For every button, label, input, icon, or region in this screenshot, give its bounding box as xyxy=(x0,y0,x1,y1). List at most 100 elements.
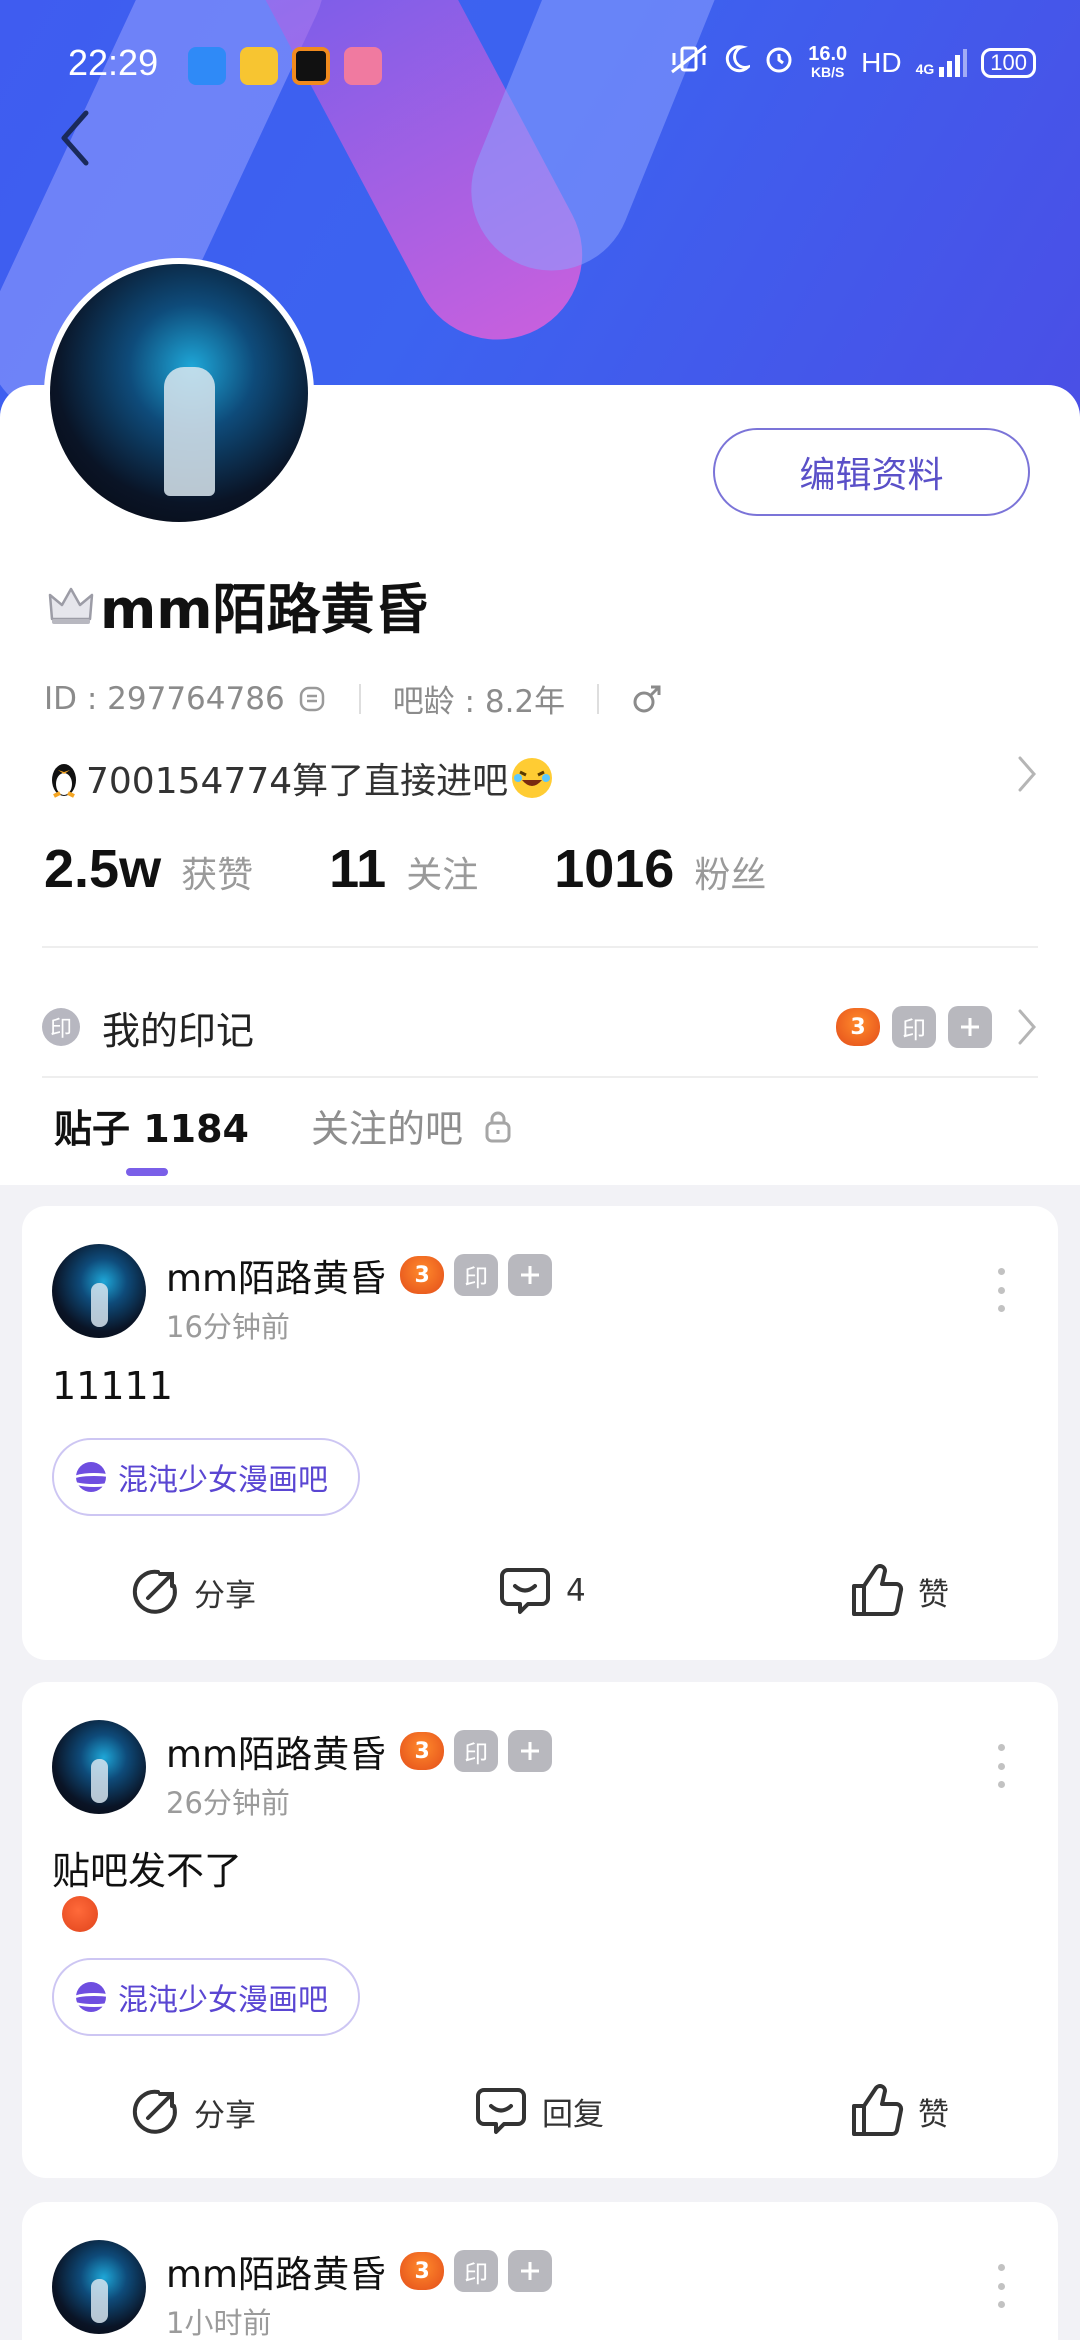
divider xyxy=(42,1076,1038,1078)
gamepad-level-badge: 3 xyxy=(400,1256,445,1294)
plus-badge-icon xyxy=(508,2250,553,2292)
divider xyxy=(42,946,1038,948)
likes-label: 获赞 xyxy=(181,855,254,896)
fans-label[interactable]: 粉丝 xyxy=(694,846,766,898)
post-card[interactable]: mm陌路黄昏 3 印 26分钟前 贴吧发不了 混沌少女漫画吧 分享 回复 赞 xyxy=(22,1682,1058,2178)
bio-text: 700154774算了直接进吧 xyxy=(86,761,509,802)
battery-indicator: 100 xyxy=(981,47,1036,78)
seal-badge: 印 xyxy=(454,2250,499,2292)
tab-followed-bars[interactable]: 关注的吧 xyxy=(311,1098,513,1153)
bio-row[interactable]: 700154774算了直接进吧 xyxy=(48,752,1038,804)
post-author-name[interactable]: mm陌路黄昏 xyxy=(166,2244,386,2298)
post-card[interactable]: mm陌路黄昏 3 印 1小时前 xyxy=(22,2202,1058,2340)
post-author-avatar[interactable] xyxy=(52,2240,146,2334)
chevron-right-icon xyxy=(1016,754,1038,803)
my-marks-label: 我的印记 xyxy=(102,1008,255,1053)
post-bar-tag[interactable]: 混沌少女漫画吧 xyxy=(52,1438,360,1516)
meta-divider xyxy=(358,683,361,714)
moon-icon xyxy=(724,45,754,80)
profile-meta: ID : 297764786 吧龄 : 8.2年 xyxy=(44,676,663,721)
post-author-line: mm陌路黄昏 3 印 xyxy=(166,1248,553,1302)
post-content: 贴吧发不了 xyxy=(52,1849,243,1893)
share-button[interactable]: 分享 xyxy=(128,1566,256,1618)
net-speed-value: 16.0 xyxy=(808,42,848,65)
post-bar-name: 混沌少女漫画吧 xyxy=(118,1983,328,2018)
gamepad-level-badge: 3 xyxy=(400,2252,445,2290)
username: mm陌路黄昏 xyxy=(100,578,429,641)
hd-indicator: HD xyxy=(861,46,902,78)
post-author-avatar[interactable] xyxy=(52,1720,146,1814)
plus-badge-icon xyxy=(508,1730,553,1772)
thumbs-up-icon xyxy=(852,1564,904,1616)
crown-icon xyxy=(48,587,94,624)
bar-age: 吧龄 : 8.2年 xyxy=(392,684,566,720)
edit-profile-button[interactable]: 编辑资料 xyxy=(713,428,1030,516)
likes-count: 2.5w xyxy=(44,839,162,899)
planet-icon xyxy=(70,1462,118,1492)
like-button[interactable]: 赞 xyxy=(850,1564,949,1618)
gender-male-icon xyxy=(631,683,663,715)
profile-stats: 2.5w 获赞 11 关注 1016 粉丝 xyxy=(44,838,842,900)
signal-icon: 4G xyxy=(915,48,968,77)
status-bar: 22:29 16.0 KB/S HD 4G 100 xyxy=(0,0,1080,130)
post-actions: 分享 回复 赞 xyxy=(22,2078,1058,2148)
meta-divider xyxy=(597,683,600,714)
my-marks-row[interactable]: 印 我的印记 3 印 xyxy=(42,984,1038,1070)
status-time: 22:29 xyxy=(68,42,159,83)
like-button[interactable]: 赞 xyxy=(850,2084,949,2138)
post-author-avatar[interactable] xyxy=(52,1244,146,1338)
copy-id-icon[interactable] xyxy=(297,684,327,714)
penguin-icon xyxy=(48,758,80,798)
comment-count: 4 xyxy=(566,1573,586,1609)
post-author-name[interactable]: mm陌路黄昏 xyxy=(166,1724,386,1778)
comment-button[interactable]: 4 xyxy=(498,1564,586,1618)
like-label: 赞 xyxy=(918,1576,949,1613)
app-notification-icon xyxy=(188,47,226,85)
chevron-right-icon xyxy=(1016,1007,1038,1047)
following-label[interactable]: 关注 xyxy=(406,846,478,898)
profile-avatar[interactable] xyxy=(44,258,314,528)
post-time: 26分钟前 xyxy=(166,1786,290,1820)
post-bar-name: 混沌少女漫画吧 xyxy=(118,1463,328,1498)
comment-icon xyxy=(500,1568,550,1614)
planet-icon xyxy=(70,1982,118,2012)
user-id: ID : 297764786 xyxy=(44,680,285,717)
net-speed-unit: KB/S xyxy=(810,63,845,80)
weibo-notification-icon xyxy=(240,47,278,85)
mute-vibrate-icon xyxy=(668,44,710,81)
tab-posts[interactable]: 贴子 1184 xyxy=(54,1098,249,1153)
network-type: 4G xyxy=(915,60,935,77)
more-options-icon[interactable] xyxy=(996,1744,1006,1788)
post-bar-tag[interactable]: 混沌少女漫画吧 xyxy=(52,1958,360,2036)
post-author-name[interactable]: mm陌路黄昏 xyxy=(166,1248,386,1302)
seal-badge: 印 xyxy=(454,1730,499,1772)
comment-icon xyxy=(476,2088,526,2134)
tab-indicator xyxy=(126,1168,168,1176)
seal-badge: 印 xyxy=(454,1254,499,1296)
post-author-line: mm陌路黄昏 3 印 xyxy=(166,1724,553,1778)
mark-badges: 3 印 xyxy=(836,1006,1038,1048)
post-card[interactable]: mm陌路黄昏 3 印 16分钟前 11111 混沌少女漫画吧 分享 4 赞 xyxy=(22,1206,1058,1660)
app-notification-icon xyxy=(292,47,330,85)
more-options-icon[interactable] xyxy=(996,2264,1006,2308)
share-button[interactable]: 分享 xyxy=(128,2086,256,2138)
status-icons: 16.0 KB/S HD 4G 100 xyxy=(668,44,1036,81)
share-label: 分享 xyxy=(194,2097,256,2134)
angry-emoji-icon xyxy=(62,1896,98,1932)
laughing-emoji-icon xyxy=(512,758,553,798)
more-options-icon[interactable] xyxy=(996,1268,1006,1312)
plus-badge-icon xyxy=(508,1254,553,1296)
post-author-line: mm陌路黄昏 3 印 xyxy=(166,2244,553,2298)
net-speed: 16.0 KB/S xyxy=(808,42,848,81)
share-label: 分享 xyxy=(194,1577,256,1614)
reply-label: 回复 xyxy=(542,2096,604,2133)
comment-button[interactable]: 回复 xyxy=(474,2084,604,2138)
seal-icon: 印 xyxy=(42,1008,80,1046)
fans-count[interactable]: 1016 xyxy=(554,838,674,900)
post-time: 16分钟前 xyxy=(166,1310,290,1344)
back-button[interactable] xyxy=(56,105,100,171)
following-count[interactable]: 11 xyxy=(329,838,386,900)
plus-badge-icon xyxy=(948,1006,992,1048)
share-icon xyxy=(132,2089,177,2134)
lock-icon xyxy=(483,1109,513,1143)
